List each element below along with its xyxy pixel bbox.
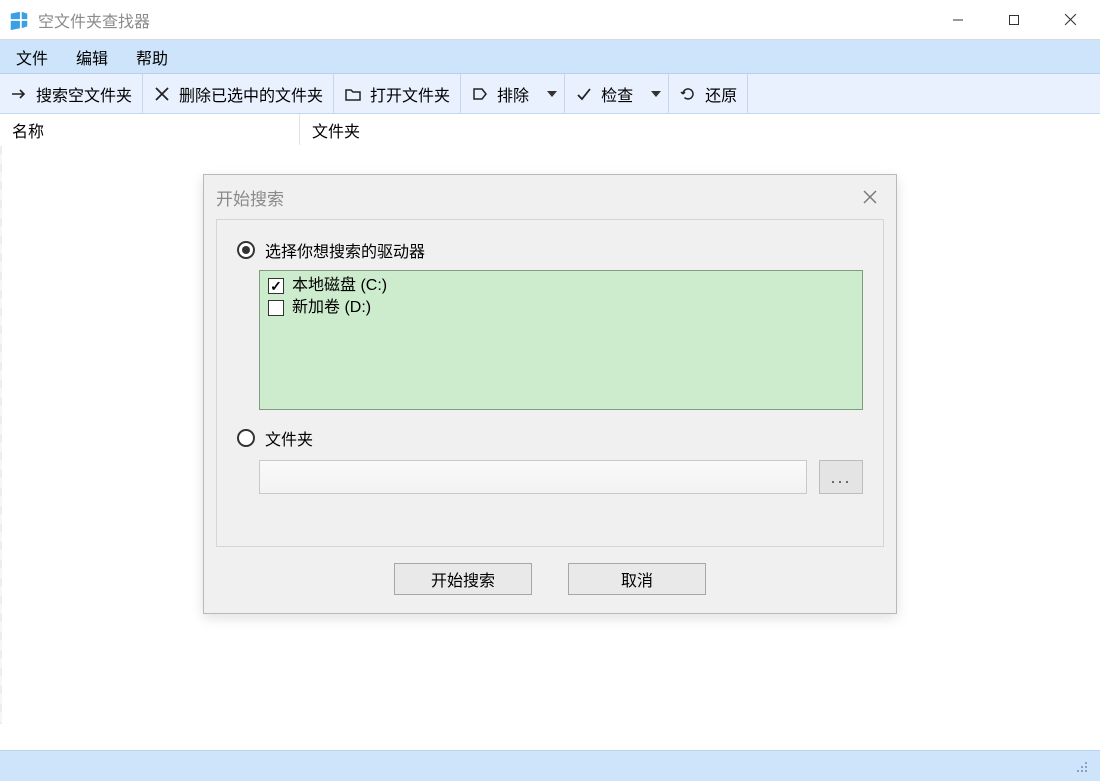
dialog-titlebar: 开始搜索 [204,175,896,219]
menu-file[interactable]: 文件 [6,41,58,73]
dialog-title: 开始搜索 [216,185,284,210]
radio-folder[interactable] [237,429,255,447]
left-edge-decoration [0,146,2,724]
toolbar-search-button[interactable]: 搜索空文件夹 [0,74,143,113]
drive-item-d[interactable]: 新加卷 (D:) [266,297,856,319]
folder-path-input[interactable] [259,460,807,494]
window-title: 空文件夹查找器 [38,8,150,32]
toolbar-check-button[interactable]: 检查 [565,74,643,113]
folder-icon [344,85,362,103]
option-folder-label: 文件夹 [265,426,313,450]
close-button[interactable] [1042,0,1098,39]
list-header: 名称 文件夹 [0,114,1100,146]
start-search-dialog: 开始搜索 选择你想搜索的驱动器 本地磁盘 (C:) 新加卷 (D:) 文件夹 .… [203,174,897,614]
toolbar-search-label: 搜索空文件夹 [36,82,132,106]
column-folder[interactable]: 文件夹 [300,114,372,145]
tag-icon [471,85,489,103]
dialog-buttons: 开始搜索 取消 [204,563,896,613]
menu-help[interactable]: 帮助 [126,41,178,73]
drive-list[interactable]: 本地磁盘 (C:) 新加卷 (D:) [259,270,863,410]
x-icon [153,85,171,103]
menu-edit[interactable]: 编辑 [66,41,118,73]
toolbar-check-label: 检查 [601,82,633,106]
browse-button[interactable]: ... [819,460,863,494]
resize-grip-icon[interactable] [1072,757,1090,775]
option-drives-row[interactable]: 选择你想搜索的驱动器 [237,238,863,262]
app-icon [8,9,30,31]
arrow-right-icon [10,85,28,103]
radio-drives[interactable] [237,241,255,259]
dialog-body: 选择你想搜索的驱动器 本地磁盘 (C:) 新加卷 (D:) 文件夹 ... [216,219,884,547]
window-controls [930,0,1098,39]
toolbar-delete-button[interactable]: 删除已选中的文件夹 [143,74,334,113]
folder-path-row: ... [259,460,863,494]
check-icon [575,85,593,103]
toolbar-restore-label: 还原 [705,82,737,106]
toolbar-open-label: 打开文件夹 [370,82,450,106]
option-folder-row[interactable]: 文件夹 [237,426,863,450]
chevron-down-icon [651,91,661,97]
option-drives-label: 选择你想搜索的驱动器 [265,238,425,262]
menubar: 文件 编辑 帮助 [0,40,1100,74]
drive-d-label: 新加卷 (D:) [292,297,371,319]
cancel-button[interactable]: 取消 [568,563,706,595]
toolbar: 搜索空文件夹 删除已选中的文件夹 打开文件夹 排除 检查 还原 [0,74,1100,114]
toolbar-exclude-button[interactable]: 排除 [461,74,539,113]
statusbar [0,750,1100,781]
window-titlebar: 空文件夹查找器 [0,0,1100,40]
start-search-button[interactable]: 开始搜索 [394,563,532,595]
toolbar-exclude-label: 排除 [497,82,529,106]
refresh-icon [679,85,697,103]
dialog-close-button[interactable] [856,183,884,211]
chevron-down-icon [547,91,557,97]
toolbar-delete-label: 删除已选中的文件夹 [179,82,323,106]
maximize-button[interactable] [986,0,1042,39]
checkbox-drive-c[interactable] [268,278,284,294]
column-name[interactable]: 名称 [0,114,300,145]
drive-item-c[interactable]: 本地磁盘 (C:) [266,275,856,297]
toolbar-check-dropdown[interactable] [643,74,669,113]
minimize-button[interactable] [930,0,986,39]
toolbar-restore-button[interactable]: 还原 [669,74,748,113]
checkbox-drive-d[interactable] [268,300,284,316]
drive-c-label: 本地磁盘 (C:) [292,275,387,297]
toolbar-exclude-dropdown[interactable] [539,74,565,113]
toolbar-open-button[interactable]: 打开文件夹 [334,74,461,113]
